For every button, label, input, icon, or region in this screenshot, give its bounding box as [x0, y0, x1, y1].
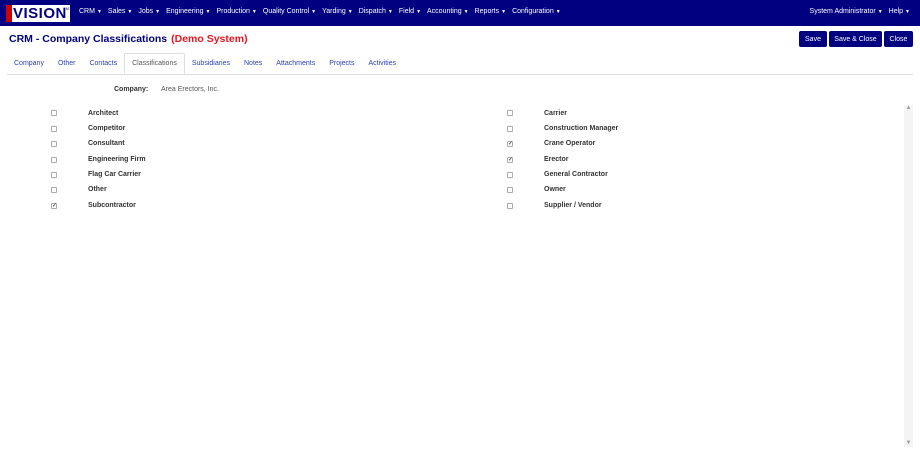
tab-attachments[interactable]: Attachments [269, 53, 322, 74]
vision-logo[interactable]: VISION TM [6, 5, 70, 22]
tab-other[interactable]: Other [51, 53, 83, 74]
checkbox-general-contractor[interactable] [507, 172, 513, 178]
page-title: CRM - Company Classifications (Demo Syste… [9, 33, 248, 45]
nav-yarding[interactable]: Yarding ▼ [322, 8, 353, 15]
checkbox-construction-manager[interactable] [507, 126, 513, 132]
nav-configuration[interactable]: Configuration ▼ [512, 8, 561, 15]
label-erector: Erector [544, 156, 569, 163]
caret-down-icon: ▼ [205, 9, 211, 15]
caret-down-icon: ▼ [251, 9, 257, 15]
top-navbar: VISION TM CRM ▼ Sales ▼ Jobs ▼ Engineering ▼… [0, 0, 920, 26]
logo-text: VISION [13, 5, 67, 22]
checkbox-flag-car-carrier[interactable] [51, 172, 57, 178]
label-subcontractor: Subcontractor [88, 202, 136, 209]
logo-trademark: TM [63, 6, 69, 11]
nav-user-account[interactable]: System Administrator ▼ [810, 8, 883, 15]
checkbox-architect[interactable] [51, 110, 57, 116]
label-construction-manager: Construction Manager [544, 125, 619, 132]
vertical-scrollbar[interactable]: ▲ ▼ [904, 105, 913, 447]
caret-down-icon: ▼ [416, 9, 422, 15]
company-label: Company: [114, 86, 149, 93]
label-general-contractor: General Contractor [544, 171, 608, 178]
nav-jobs[interactable]: Jobs ▼ [138, 8, 160, 15]
tab-divider [7, 74, 913, 75]
caret-down-icon: ▼ [347, 9, 353, 15]
checkbox-supplier-vendor[interactable] [507, 203, 513, 209]
company-name: Area Erectors, Inc. [161, 86, 219, 93]
nav-engineering[interactable]: Engineering ▼ [166, 8, 210, 15]
caret-down-icon: ▼ [877, 9, 883, 15]
tab-projects[interactable]: Projects [322, 53, 361, 74]
tab-contacts[interactable]: Contacts [82, 53, 124, 74]
caret-down-icon: ▼ [127, 9, 133, 15]
label-owner: Owner [544, 186, 566, 193]
checkbox-owner[interactable] [507, 187, 513, 193]
save-and-close-button[interactable]: Save & Close [829, 31, 882, 47]
nav-sales[interactable]: Sales ▼ [108, 8, 132, 15]
scroll-up-arrow-icon[interactable]: ▲ [905, 105, 912, 112]
nav-reports[interactable]: Reports ▼ [475, 8, 506, 15]
label-crane-operator: Crane Operator [544, 140, 596, 147]
label-consultant: Consultant [88, 140, 125, 147]
tab-activities[interactable]: Activities [362, 53, 404, 74]
save-button[interactable]: Save [799, 31, 827, 47]
caret-down-icon: ▼ [463, 9, 469, 15]
nav-help[interactable]: Help ▼ [889, 8, 910, 15]
scroll-down-arrow-icon[interactable]: ▼ [905, 440, 912, 447]
checkbox-carrier[interactable] [507, 110, 513, 116]
page-title-text: CRM - Company Classifications [9, 33, 168, 45]
user-menu: System Administrator ▼ Help ▼ [804, 8, 910, 15]
caret-down-icon: ▼ [96, 9, 102, 15]
checkbox-other[interactable] [51, 187, 57, 193]
nav-field[interactable]: Field ▼ [399, 8, 421, 15]
checkbox-subcontractor[interactable]: ✓ [51, 203, 57, 209]
label-carrier: Carrier [544, 110, 567, 117]
tab-company[interactable]: Company [7, 53, 51, 74]
caret-down-icon: ▼ [387, 9, 393, 15]
tab-bar: Company Other Contacts Classifications S… [7, 53, 403, 74]
caret-down-icon: ▼ [311, 9, 317, 15]
nav-dispatch[interactable]: Dispatch ▼ [359, 8, 393, 15]
label-competitor: Competitor [88, 125, 126, 132]
close-button[interactable]: Close [884, 31, 913, 47]
caret-down-icon: ▼ [155, 9, 161, 15]
caret-down-icon: ▼ [555, 9, 561, 15]
nav-crm[interactable]: CRM ▼ [79, 8, 102, 15]
nav-production[interactable]: Production ▼ [216, 8, 256, 15]
tab-subsidiaries[interactable]: Subsidiaries [185, 53, 237, 74]
demo-system-label: (Demo System) [171, 33, 248, 45]
label-flag-car-carrier: Flag Car Carrier [88, 171, 141, 178]
label-other: Other [88, 186, 107, 193]
caret-down-icon: ▼ [501, 9, 507, 15]
label-supplier-vendor: Supplier / Vendor [544, 202, 602, 209]
checkbox-erector[interactable]: ✓ [507, 157, 513, 163]
nav-quality-control[interactable]: Quality Control ▼ [263, 8, 316, 15]
main-menu: CRM ▼ Sales ▼ Jobs ▼ Engineering ▼ Productio… [79, 8, 567, 15]
checkbox-engineering-firm[interactable] [51, 157, 57, 163]
label-engineering-firm: Engineering Firm [88, 156, 146, 163]
label-architect: Architect [88, 110, 119, 117]
checkbox-consultant[interactable] [51, 141, 57, 147]
tab-classifications[interactable]: Classifications [124, 53, 185, 74]
tab-notes[interactable]: Notes [237, 53, 269, 74]
checkbox-competitor[interactable] [51, 126, 57, 132]
checkbox-crane-operator[interactable]: ✓ [507, 141, 513, 147]
nav-accounting[interactable]: Accounting ▼ [427, 8, 469, 15]
caret-down-icon: ▼ [905, 9, 910, 15]
